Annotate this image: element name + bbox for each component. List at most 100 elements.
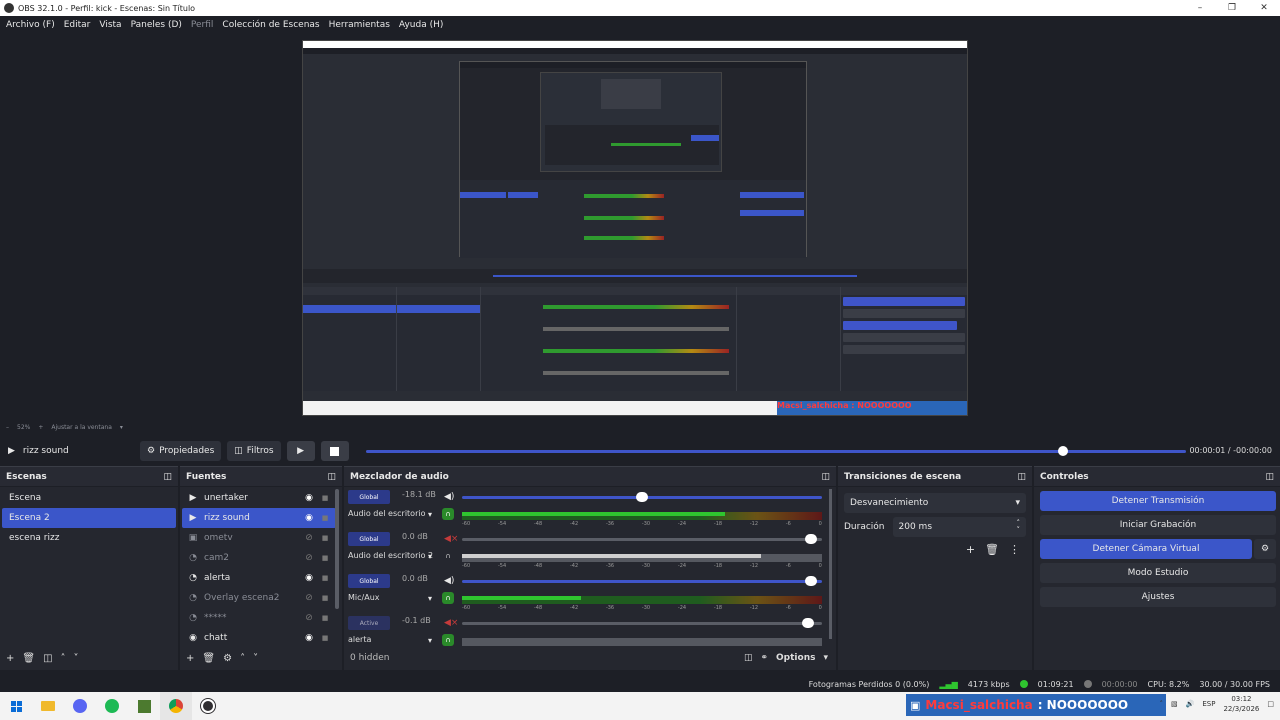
source-item[interactable]: ◔ Overlay escena2 ⊘ ■ <box>182 588 336 608</box>
stream-preview[interactable]: Macsi_salchicha : NOOOOOOO <box>302 40 968 416</box>
mixer-scrollbar[interactable] <box>829 489 832 639</box>
trash-icon[interactable]: 🗑 <box>985 543 999 556</box>
more-icon[interactable]: ⋮ <box>1009 543 1020 556</box>
trash-icon[interactable]: 🗑 <box>22 653 35 664</box>
eye-hidden-icon[interactable]: ⊘ <box>304 533 314 543</box>
lock-icon[interactable]: ■ <box>320 614 330 622</box>
mixer-scope-tag[interactable]: Global <box>348 490 390 504</box>
volume-knob[interactable] <box>805 534 818 544</box>
notifications-icon[interactable]: □ <box>1267 700 1274 708</box>
clock[interactable]: 03:12 22/3/2026 <box>1223 694 1259 714</box>
volume-slider[interactable] <box>462 534 822 544</box>
source-item[interactable]: ◉ chatt ◉ ■ <box>182 628 336 648</box>
menu-item[interactable]: Perfil <box>191 20 214 30</box>
menu-item[interactable]: Editar <box>64 20 91 30</box>
menu-item[interactable]: Colección de Escenas <box>222 20 319 30</box>
move-up-icon[interactable]: ˄ <box>61 653 66 664</box>
dock-float-icon[interactable]: ◫ <box>1017 472 1026 482</box>
dock-float-icon[interactable]: ◫ <box>1265 472 1274 482</box>
chevron-down-icon[interactable]: ▾ <box>120 424 123 431</box>
speaker-muted-icon[interactable]: ◀× <box>444 618 458 628</box>
maximize-icon[interactable]: ❐ <box>1216 3 1248 13</box>
volume-knob[interactable] <box>636 492 648 502</box>
filters-button[interactable]: ◫ Filtros <box>227 441 281 461</box>
eye-icon[interactable]: ◉ <box>304 513 314 523</box>
add-icon[interactable]: + <box>6 653 14 664</box>
file-explorer-icon[interactable] <box>32 692 64 720</box>
properties-button[interactable]: ⚙ Propiedades <box>140 441 222 461</box>
eye-hidden-icon[interactable]: ⊘ <box>304 553 314 563</box>
menu-item[interactable]: Paneles (D) <box>131 20 182 30</box>
chevron-down-icon[interactable]: ▾ <box>428 594 432 603</box>
chevron-down-icon[interactable]: ▾ <box>428 636 432 645</box>
gear-icon[interactable]: ⚙ <box>223 653 232 664</box>
dock-float-icon[interactable]: ◫ <box>821 472 830 482</box>
stop-virtual-camera-button[interactable]: Detener Cámara Virtual <box>1040 539 1252 559</box>
source-item[interactable]: ▶ unertaker ◉ ■ <box>182 488 336 508</box>
move-down-icon[interactable]: ˅ <box>253 653 258 664</box>
headphones-icon[interactable]: ∩ <box>442 592 454 604</box>
duration-field[interactable]: 200 ms ˄ ˅ <box>892 517 1026 537</box>
source-item[interactable]: ◔ cam2 ⊘ ■ <box>182 548 336 568</box>
play-button[interactable]: ▶ <box>286 441 315 461</box>
add-icon[interactable]: + <box>186 653 194 664</box>
studio-mode-button[interactable]: Modo Estudio <box>1040 563 1276 583</box>
transition-select[interactable]: Desvanecimiento ▾ <box>844 493 1026 513</box>
lock-icon[interactable]: ■ <box>320 634 330 642</box>
scene-item[interactable]: escena rizz <box>2 528 176 548</box>
volume-slider[interactable] <box>462 576 822 586</box>
menu-item[interactable]: Archivo (F) <box>6 20 55 30</box>
spotify-icon[interactable] <box>96 692 128 720</box>
headphones-icon[interactable]: ∩ <box>442 508 454 520</box>
sources-scrollbar[interactable] <box>335 489 339 609</box>
volume-icon[interactable]: 🔊 <box>1186 700 1195 708</box>
minimize-icon[interactable]: – <box>1184 3 1216 13</box>
chevron-down-icon[interactable]: ▾ <box>823 653 828 663</box>
eye-icon[interactable]: ◉ <box>304 633 314 643</box>
settings-button[interactable]: Ajustes <box>1040 587 1276 607</box>
headphones-icon[interactable]: ∩ <box>442 634 454 646</box>
network-icon[interactable]: ▧ <box>1171 700 1178 708</box>
volume-knob[interactable] <box>805 576 818 586</box>
volume-knob[interactable] <box>801 618 814 628</box>
lock-icon[interactable]: ■ <box>320 574 330 582</box>
volume-slider[interactable] <box>462 492 822 502</box>
menu-item[interactable]: Ayuda (H) <box>399 20 443 30</box>
zoom-in-icon[interactable]: + <box>38 424 43 431</box>
obs-icon[interactable] <box>192 692 224 720</box>
mixer-scope-tag[interactable]: Global <box>348 574 390 588</box>
trash-icon[interactable]: 🗑 <box>202 653 215 664</box>
scene-item[interactable]: Escena 2 <box>2 508 176 528</box>
language-indicator[interactable]: ESP <box>1202 700 1215 708</box>
eye-hidden-icon[interactable]: ⊘ <box>304 593 314 603</box>
move-up-icon[interactable]: ˄ <box>240 653 245 664</box>
minecraft-icon[interactable] <box>128 692 160 720</box>
speaker-icon[interactable]: ◀) <box>444 492 454 502</box>
layout-icon[interactable]: ◫ <box>744 653 753 663</box>
eye-hidden-icon[interactable]: ⊘ <box>304 613 314 623</box>
options-button[interactable]: Options <box>776 653 815 663</box>
dock-float-icon[interactable]: ◫ <box>163 472 172 482</box>
start-recording-button[interactable]: Iniciar Grabación <box>1040 515 1276 535</box>
lock-icon[interactable]: ■ <box>320 494 330 502</box>
chrome-icon[interactable] <box>160 692 192 720</box>
media-seek-bar[interactable] <box>366 446 1186 456</box>
source-item[interactable]: ▣ ometv ⊘ ■ <box>182 528 336 548</box>
speaker-muted-icon[interactable]: ◀× <box>444 534 458 544</box>
menu-item[interactable]: Vista <box>99 20 121 30</box>
filter-icon[interactable]: ◫ <box>43 653 52 664</box>
mixer-scope-tag[interactable]: Global <box>348 532 390 546</box>
source-item[interactable]: ◔ ***** ⊘ ■ <box>182 608 336 628</box>
spin-icon[interactable]: ˄ ˅ <box>1017 520 1021 534</box>
link-icon[interactable]: ⚭ <box>760 653 768 663</box>
fit-window-label[interactable]: Ajustar a la ventana <box>51 424 112 431</box>
volume-slider[interactable] <box>462 618 822 628</box>
chevron-down-icon[interactable]: ▾ <box>428 510 432 519</box>
lock-icon[interactable]: ■ <box>320 534 330 542</box>
scene-item[interactable]: Escena <box>2 488 176 508</box>
source-item[interactable]: ▶ rizz sound ◉ ■ <box>182 508 336 528</box>
chevron-up-icon[interactable]: ˄ <box>1160 700 1164 708</box>
chevron-down-icon[interactable]: ▾ <box>428 552 432 561</box>
lock-icon[interactable]: ■ <box>320 514 330 522</box>
seek-handle[interactable] <box>1058 446 1068 456</box>
